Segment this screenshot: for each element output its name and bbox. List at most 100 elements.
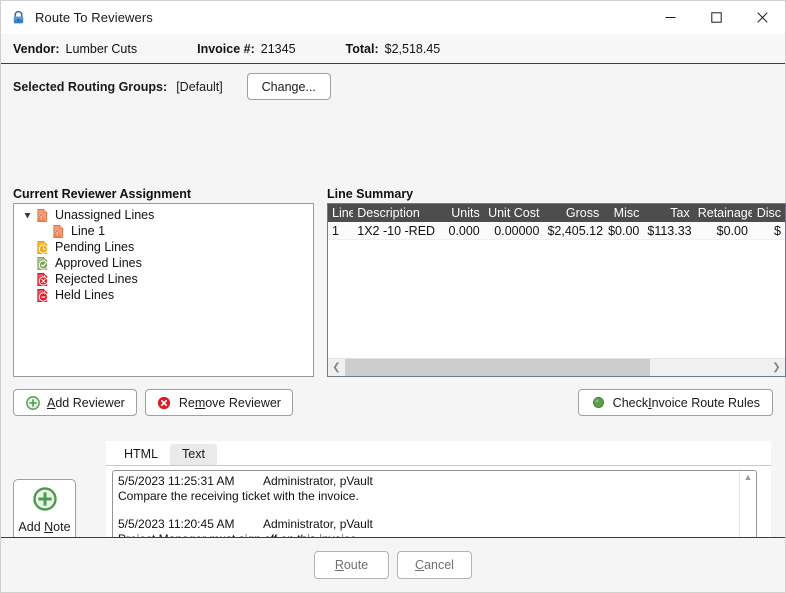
add-reviewer-button[interactable]: Add Reviewer [13,389,137,416]
tree-node-label: Unassigned Lines [55,208,155,222]
page-clock-icon [34,239,50,255]
green-plus-icon [25,395,40,410]
current-reviewer-assignment-heading: Current Reviewer Assignment [13,187,192,201]
left-arrow-icon[interactable]: ❮ [328,359,345,376]
remove-reviewer-button[interactable]: Re m ove Reviewer [144,389,293,416]
cell-units: 0.000 [448,223,480,238]
cell-misc: $0.00 [608,223,640,238]
right-arrow-icon[interactable]: ❯ [768,359,785,376]
minimize-icon[interactable] [647,1,693,34]
dialog-body: Selected Routing Groups: [Default] Chang… [1,64,786,592]
change-routing-groups-button[interactable]: Change... [246,73,331,100]
scrollbar-track[interactable] [345,359,768,376]
line-summary-heading: Line Summary [327,187,414,201]
cancel-label-post: ancel [424,558,454,572]
column-header-misc[interactable]: Misc [603,204,643,222]
cell-gross: $2,405.12 [547,223,604,238]
column-header-retainage[interactable]: Retainage [694,204,752,222]
cancel-mnemonic: C [415,558,425,572]
grid-body: 1 1X2 -10 -RED 0.000 0.00000 $2,405.12 $… [328,222,785,358]
column-header-tax[interactable]: Tax [643,204,693,222]
table-row[interactable]: 1 1X2 -10 -RED 0.000 0.00000 $2,405.12 $… [328,222,785,240]
routing-groups-row: Selected Routing Groups: [Default] Chang… [1,64,785,100]
column-header-gross[interactable]: Gross [543,204,603,222]
tree-node-held-lines[interactable]: Held Lines [14,287,313,303]
notes-tabstrip: HTML Text [106,441,771,466]
add-note-mnemonic: N [44,520,54,534]
tree-node-line-1[interactable]: Line 1 [14,223,313,239]
page-reject-icon [34,271,50,287]
tree-node-label: Pending Lines [55,240,135,254]
line-summary-grid[interactable]: Line Description Units Unit Cost Gross M… [327,203,786,377]
tree-node-label: Line 1 [71,224,106,238]
invoice-number-label: Invoice #: [197,41,255,56]
total-label: Total: [345,41,379,56]
reviewer-assignment-tree[interactable]: Unassigned Lines Line 1 Pending Lines Ap… [13,203,314,377]
column-header-units[interactable]: Units [444,204,483,222]
window-controls [647,1,785,34]
tree-node-unassigned-lines[interactable]: Unassigned Lines [14,207,313,223]
invoice-number-value: 21345 [260,41,296,56]
column-header-unit-cost[interactable]: Unit Cost [484,204,544,222]
note-author: Administrator, pVault [263,517,373,531]
route-label-post: oute [343,558,369,572]
remove-reviewer-mnemonic: m [194,395,206,410]
check-invoice-route-rules-button[interactable]: Check Invoice Route Rules [577,389,773,416]
cell-retainage: $0.00 [716,223,748,238]
total-value: $2,518.45 [384,41,441,56]
up-arrow-icon[interactable]: ▲ [744,473,753,482]
cell-tax: $113.33 [647,223,692,238]
route-mnemonic: R [334,558,344,572]
close-icon[interactable] [739,1,785,34]
vendor-label: Vendor: [13,41,60,56]
routing-groups-value: [Default] [176,79,223,94]
red-x-icon [157,395,172,410]
total-group: Total: $2,518.45 [346,42,441,56]
routing-groups-label: Selected Routing Groups: [13,79,168,94]
route-button[interactable]: Route [314,551,389,579]
page-hold-icon [34,287,50,303]
note-body: Compare the receiving ticket with the in… [118,489,359,503]
tree-node-rejected-lines[interactable]: Rejected Lines [14,271,313,287]
tree-node-approved-lines[interactable]: Approved Lines [14,255,313,271]
column-header-line[interactable]: Line [328,204,353,222]
maximize-icon[interactable] [693,1,739,34]
vendor-group: Vendor: Lumber Cuts [13,42,137,56]
page-warning-icon [50,223,66,239]
cell-line: 1 [332,223,339,238]
grid-horizontal-scrollbar[interactable]: ❮ ❯ [328,358,785,376]
reviewer-action-buttons: Add Reviewer Re m ove Reviewer [13,389,293,416]
check-rules-label-pre: Check [612,395,649,410]
check-rules-label-post: nvoice Route Rules [651,395,760,410]
column-header-description[interactable]: Description [353,204,444,222]
note-header: 5/5/2023 11:25:31 AM Administrator, pVau… [118,474,734,489]
tab-text[interactable]: Text [170,444,217,465]
scrollbar-thumb[interactable] [345,359,650,376]
titlebar: Route To Reviewers [1,1,785,34]
grid-header-row: Line Description Units Unit Cost Gross M… [328,204,785,222]
note-timestamp: 5/5/2023 11:25:31 AM [118,474,235,488]
add-note-button[interactable]: Add Note [13,479,76,542]
tab-html[interactable]: HTML [112,444,170,465]
column-header-disc[interactable]: Disc [752,204,785,222]
list-item: 5/5/2023 11:25:31 AM Administrator, pVau… [118,474,734,504]
window-title: Route To Reviewers [35,10,153,25]
expander-icon[interactable] [20,211,34,220]
note-author: Administrator, pVault [263,474,373,488]
note-timestamp: 5/5/2023 11:20:45 AM [118,517,235,531]
page-check-icon [34,255,50,271]
tree-node-pending-lines[interactable]: Pending Lines [14,239,313,255]
dialog-footer: Route Cancel [1,537,785,592]
vendor-value: Lumber Cuts [65,41,138,56]
cell-unit-cost: 0.00000 [494,223,540,238]
cancel-button[interactable]: Cancel [397,551,472,579]
green-dot-icon [591,395,606,410]
add-note-label-pre: Add [18,520,45,534]
add-note-label-post: ote [53,520,71,534]
note-header: 5/5/2023 11:20:45 AM Administrator, pVau… [118,517,734,532]
remove-reviewer-label-pre: Re [178,395,195,410]
lock-icon [10,10,26,26]
route-to-reviewers-window: Route To Reviewers Vendor: Lumber Cuts I… [0,0,786,593]
invoice-info-bar: Vendor: Lumber Cuts Invoice #: 21345 Tot… [1,34,785,64]
add-reviewer-mnemonic: A [47,395,56,410]
